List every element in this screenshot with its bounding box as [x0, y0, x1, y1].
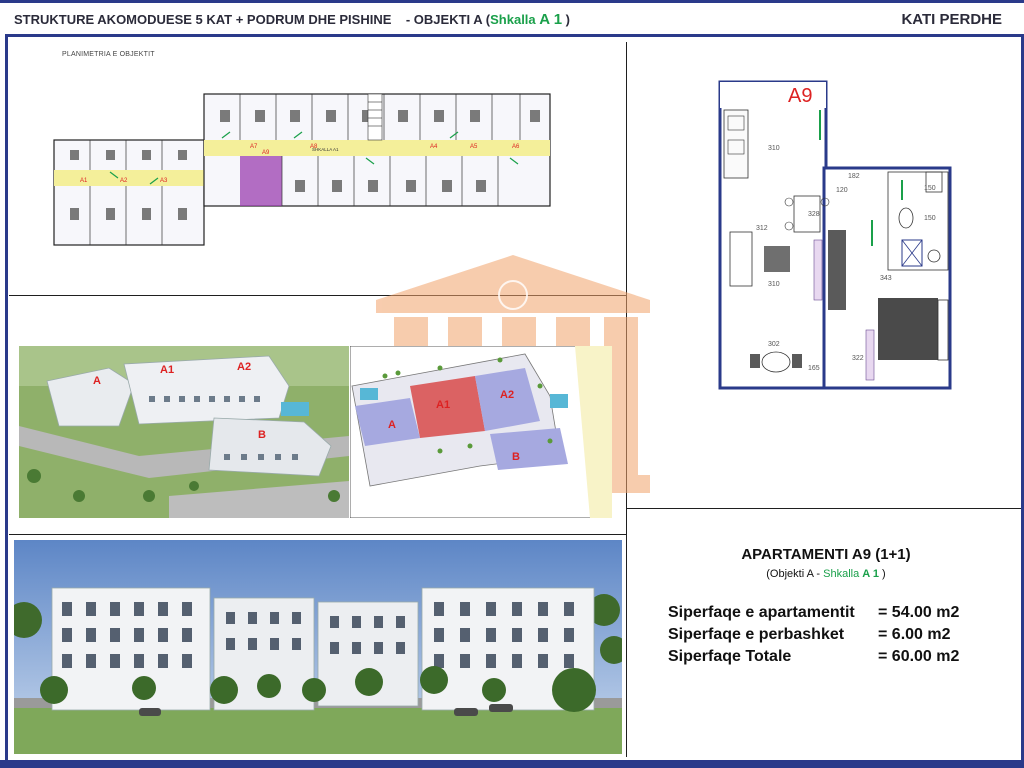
- site-label-a2: A2: [500, 389, 514, 401]
- svg-text:A3: A3: [160, 178, 168, 184]
- floorplan-label: PLANIMETRIA E OBJEKTIT: [62, 51, 155, 58]
- render-label-a1: A1: [160, 364, 174, 376]
- svg-text:A1: A1: [80, 178, 88, 184]
- area-label: Siperfaqe Totale: [668, 648, 792, 665]
- render-label-a: A: [93, 375, 101, 387]
- site-label-b: B: [512, 451, 520, 463]
- apartment-subtitle: (Objekti A - Shkalla A 1 ): [628, 568, 1024, 580]
- area-value: = 60.00 m2: [878, 648, 960, 665]
- area-row-total: Siperfaqe Totale = 60.00 m2: [668, 648, 959, 666]
- subtitle-prefix: (Objekti A -: [766, 568, 824, 580]
- title-separator: - OBJEKTI A (: [405, 12, 491, 27]
- floor-title: KATI PERDHE: [901, 11, 1002, 28]
- site-plan: A A1 A2 B: [350, 346, 612, 518]
- svg-text:A5: A5: [470, 144, 478, 150]
- divider-left-bottom: [9, 534, 627, 535]
- building-floorplan: A1 A2 A3 A7A9A8 A4 A5 A6 SHKALLA A1: [53, 93, 551, 246]
- area-row-apartment: Siperfaqe e apartamentit = 54.00 m2: [668, 604, 959, 622]
- area-value: = 54.00 m2: [878, 604, 960, 621]
- area-label: Siperfaqe e apartamentit: [668, 604, 855, 621]
- title-close: ): [562, 12, 571, 27]
- dim-322: 322: [852, 355, 864, 362]
- dim-302: 302: [768, 341, 780, 348]
- subtitle-a1: A 1: [862, 568, 879, 580]
- area-row-common: Siperfaqe e perbashket = 6.00 m2: [668, 626, 951, 644]
- subtitle-suffix: ): [878, 568, 886, 580]
- svg-text:A2: A2: [120, 178, 128, 184]
- dim-312: 312: [756, 225, 768, 232]
- area-label: Siperfaqe e perbashket: [668, 626, 845, 643]
- document-title: STRUKTURE AKOMODUESE 5 KAT + PODRUM DHE …: [14, 11, 570, 28]
- dim-310-a: 310: [768, 145, 780, 152]
- aerial-render: A A1 A2 B: [19, 346, 349, 518]
- street-render: [14, 540, 622, 754]
- site-label-a: A: [388, 419, 396, 431]
- title-main: STRUKTURE AKOMODUESE 5 KAT + PODRUM DHE …: [14, 12, 392, 27]
- render-label-a2: A2: [237, 361, 251, 373]
- apartment-title: APARTAMENTI A9 (1+1): [741, 546, 911, 563]
- apartment-tag: A9: [788, 85, 812, 107]
- dim-310-b: 310: [768, 281, 780, 288]
- header-bar: STRUKTURE AKOMODUESE 5 KAT + PODRUM DHE …: [0, 0, 1024, 34]
- svg-text:A6: A6: [512, 144, 520, 150]
- dim-328: 328: [808, 211, 820, 218]
- svg-text:A7: A7: [250, 144, 258, 150]
- svg-text:A9: A9: [262, 150, 270, 156]
- svg-text:A4: A4: [430, 144, 438, 150]
- divider-right: [627, 508, 1021, 509]
- dim-343: 343: [880, 275, 892, 282]
- subtitle-shkalla: Shkalla: [823, 568, 863, 580]
- dim-150-a: 150: [924, 185, 936, 192]
- dim-150-b: 150: [924, 215, 936, 222]
- apartment-plan: A9 310 182 120 312 310 343 322 302 150 1…: [718, 80, 952, 390]
- area-value: = 6.00 m2: [878, 626, 951, 643]
- dim-165: 165: [808, 365, 820, 372]
- dim-182: 182: [848, 173, 860, 180]
- render-label-b: B: [258, 429, 266, 441]
- title-a1: A 1: [539, 11, 563, 28]
- dim-120: 120: [836, 187, 848, 194]
- title-shkalla: Shkalla: [490, 12, 540, 27]
- site-label-a1: A1: [436, 399, 450, 411]
- corridor-label: SHKALLA A1: [312, 147, 339, 152]
- bottom-bar: [0, 760, 1024, 768]
